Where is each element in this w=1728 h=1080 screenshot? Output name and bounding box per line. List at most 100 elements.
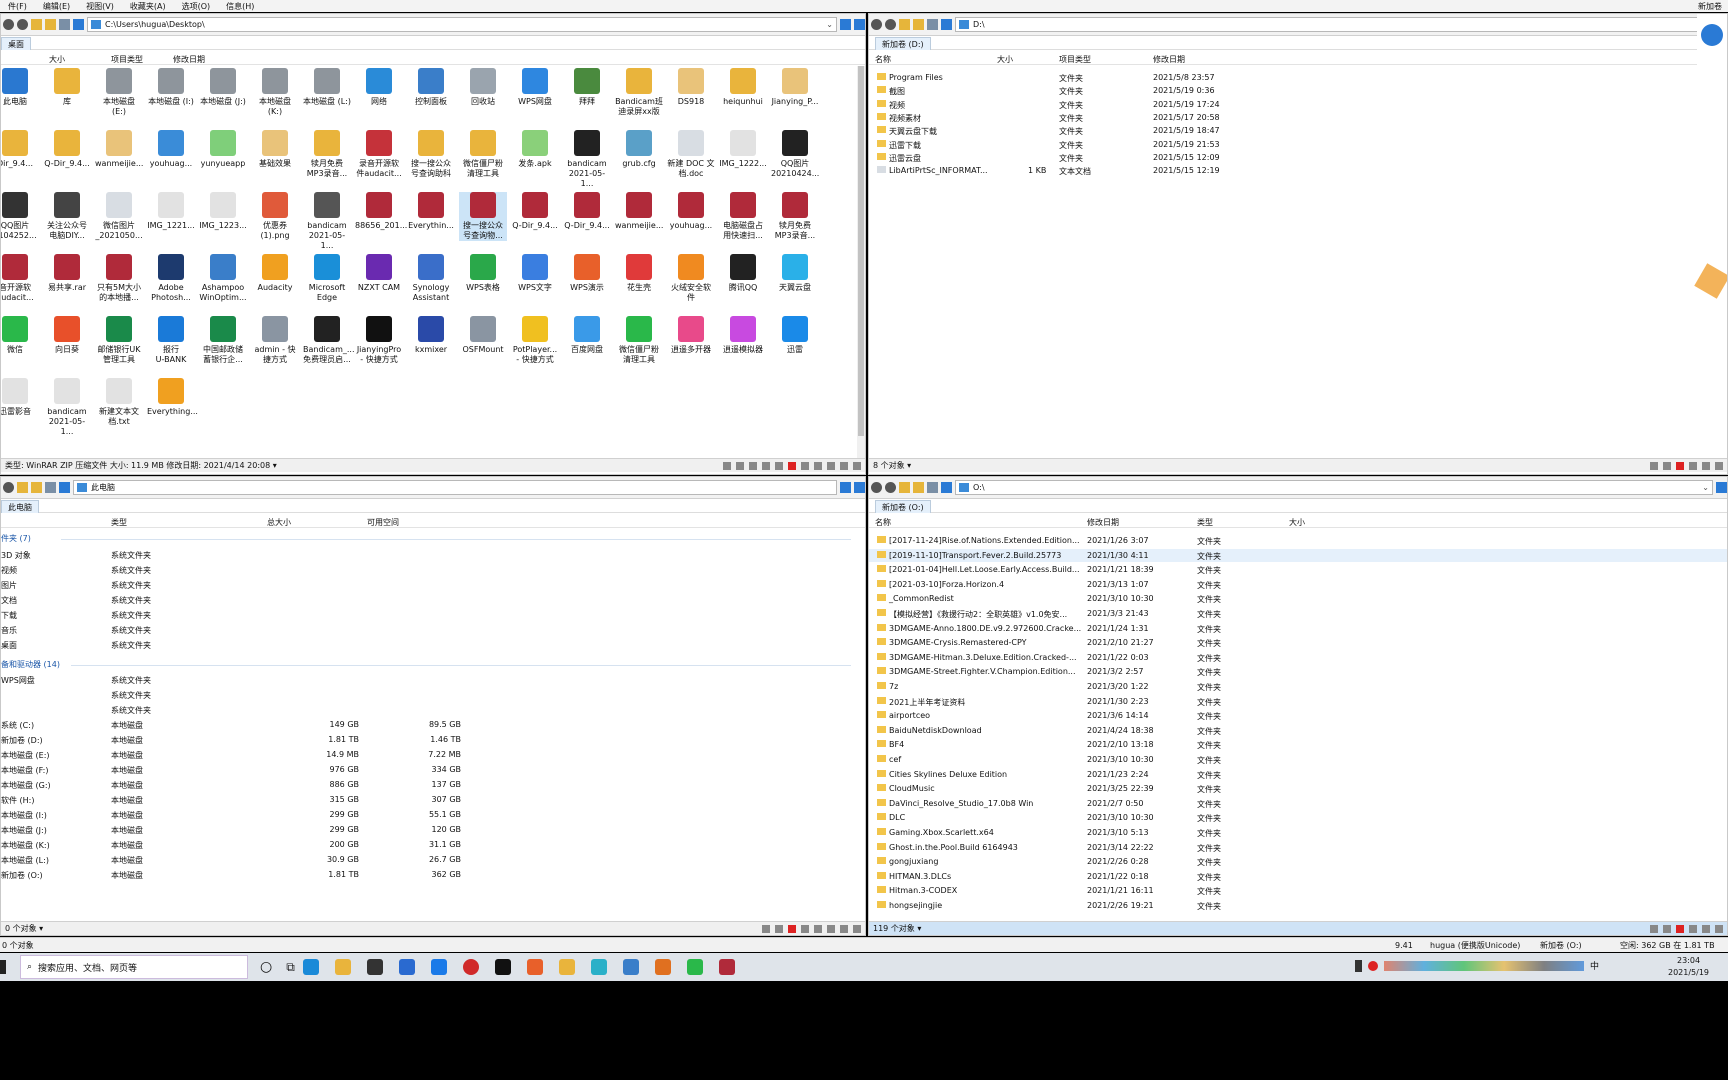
desktop-icon[interactable]: 库 [43, 68, 91, 107]
desktop-icon[interactable]: PotPlayer... - 快捷方式 [511, 316, 559, 365]
file-row[interactable]: 【模拟经营】《救援行动2：全职英雄》v1.0免安... 2021/3/3 21:4… [869, 607, 1727, 620]
filter-icon[interactable] [762, 461, 770, 470]
tab-d-drive[interactable]: 新加卷 (D:) [875, 37, 931, 50]
desktop-icon[interactable]: 本地磁盘 (E:) [95, 68, 143, 117]
desktop-icon[interactable]: 本地磁盘 (J:) [199, 68, 247, 107]
desktop-icon[interactable]: 犊月免费 MP3录音... [303, 130, 351, 179]
file-row[interactable]: [2021-01-04]Hell.Let.Loose.Early.Access.… [869, 563, 1727, 576]
desktop-icon[interactable]: IMG_1222... [719, 130, 767, 169]
desktop-icon[interactable]: 只有5M大小 的本地播... [95, 254, 143, 303]
refresh-icon[interactable] [941, 482, 952, 493]
file-row[interactable]: 迅雷下载 文件夹 2021/5/19 21:53 [869, 138, 1629, 151]
desktop-icon[interactable]: 本地磁盘 (K:) [251, 68, 299, 117]
drive-row[interactable]: 本地磁盘 (J:) 本地磁盘 299 GB 120 GB [1, 823, 861, 836]
desktop-icon[interactable]: Jianying_P... [771, 68, 819, 107]
desktop-icon[interactable]: 音开源软audacit... [1, 254, 39, 303]
chevron-down-icon[interactable]: ⌄ [826, 20, 836, 29]
desktop-icon[interactable]: 迅雷 [771, 316, 819, 355]
col-date[interactable]: 修改日期 [173, 54, 205, 65]
col-type[interactable]: 类型 [1197, 517, 1213, 528]
network-icon[interactable] [622, 959, 639, 975]
jianying-icon[interactable] [494, 959, 511, 975]
paste-icon[interactable] [1715, 924, 1723, 933]
desktop-icon[interactable]: 微信僵尸粉 清理工具 [459, 130, 507, 179]
delete-icon[interactable] [1676, 924, 1684, 933]
desktop-icon[interactable]: IMG_1221... [147, 192, 195, 231]
folder-row[interactable]: 下载 系统文件夹 [1, 608, 861, 621]
desktop-icon[interactable]: 报行 U-BANK [147, 316, 195, 365]
forward-icon[interactable] [17, 19, 28, 30]
file-row[interactable]: 3DMGAME-Street.Fighter.V.Champion.Editio… [869, 665, 1727, 678]
path-input[interactable]: C:\Users\hugua\Desktop\ ⌄ [87, 17, 837, 32]
desktop-icon[interactable]: Bandicam_... 免费理员启... [303, 316, 354, 365]
filter-icon[interactable] [762, 924, 770, 933]
col-date[interactable]: 修改日期 [1087, 517, 1119, 528]
folder-row[interactable]: 视频 系统文件夹 [1, 563, 861, 576]
start-icon[interactable] [0, 960, 6, 974]
tab-o-drive[interactable]: 新加卷 (O:) [875, 500, 931, 513]
desktop-icon[interactable]: Q-Dir_9.4... [563, 192, 611, 231]
monitor-icon[interactable] [854, 19, 865, 30]
desktop-icon[interactable]: 逍遥模拟器 [719, 316, 767, 355]
copy-icon[interactable] [1702, 924, 1710, 933]
desktop-icon[interactable]: bandicam 2021-05-1... [563, 130, 611, 189]
explorer-icon[interactable] [334, 959, 351, 975]
everything-icon[interactable] [654, 959, 671, 975]
cloud-icon[interactable] [1701, 24, 1723, 46]
file-row[interactable]: 截图 文件夹 2021/5/19 0:36 [869, 84, 1629, 97]
view-icon[interactable] [927, 19, 938, 30]
edit-icon[interactable] [840, 924, 848, 933]
copy-icon[interactable] [814, 924, 822, 933]
desktop-icon[interactable]: 本地磁盘 (L:) [303, 68, 351, 107]
drive-row[interactable]: 本地磁盘 (F:) 本地磁盘 976 GB 334 GB [1, 763, 861, 776]
task-view-icon[interactable]: ⧉ [286, 960, 295, 975]
desktop-icon[interactable]: Ashampoo WinOptim... [199, 254, 247, 303]
file-row[interactable]: 视频 文件夹 2021/5/19 17:24 [869, 98, 1629, 111]
desktop-icon[interactable]: 花生壳 [615, 254, 663, 293]
folder-row[interactable]: 文档 系统文件夹 [1, 593, 861, 606]
paste-icon[interactable] [827, 461, 835, 470]
refresh-icon[interactable] [73, 19, 84, 30]
folder-row[interactable]: 桌面 系统文件夹 [1, 638, 861, 651]
menu-right-label[interactable]: 新加卷 [1698, 1, 1722, 12]
desktop-icon[interactable]: Everythin... [407, 192, 455, 231]
rename-icon[interactable] [853, 924, 861, 933]
mic-icon[interactable] [1355, 959, 1362, 972]
desktop-icon[interactable]: 关注公众号 电脑DIY... [43, 192, 91, 241]
delete-icon[interactable] [1676, 461, 1684, 470]
file-row[interactable]: LibArtiPrtSc_INFORMAT... 1 KB 文本文档 2021/5/1… [869, 164, 1629, 177]
desktop-icon[interactable]: 天翼云盘 [771, 254, 819, 293]
desktop-icon[interactable]: 电脑磁盘占 用快速扫... [719, 192, 767, 241]
up-folder-icon[interactable] [17, 482, 28, 493]
desktop-icon[interactable]: WPS文字 [511, 254, 559, 293]
col-size[interactable]: 大小 [997, 54, 1013, 65]
desktop-icon[interactable]: 火绒安全软件 [667, 254, 715, 303]
mail-icon[interactable] [775, 924, 783, 933]
wps-icon[interactable] [526, 959, 543, 975]
desktop-icon[interactable]: JianyingPro - 快捷方式 [355, 316, 403, 365]
menu-item[interactable]: 收藏夹(A) [122, 1, 174, 12]
back-icon[interactable] [871, 19, 882, 30]
desktop-icon[interactable]: 搜一搜公众 号查询物... [459, 192, 507, 241]
layout-icon[interactable] [1716, 482, 1727, 493]
down-icon[interactable] [749, 461, 757, 470]
file-row[interactable]: gongjuxiang 2021/2/26 0:28 文件夹 [869, 855, 1727, 868]
desktop-icon[interactable]: heiqunhui [719, 68, 767, 107]
col-size[interactable]: 大小 [49, 54, 65, 65]
file-row[interactable]: _CommonRedist 2021/3/10 10:30 文件夹 [869, 592, 1727, 605]
mail-icon[interactable] [1663, 461, 1671, 470]
paste-icon[interactable] [1715, 461, 1723, 470]
file-row[interactable]: 7z 2021/3/20 1:22 文件夹 [869, 680, 1727, 693]
back-icon[interactable] [3, 482, 14, 493]
desktop-icon[interactable]: Bandicam班 迪录屏xx版 [615, 68, 663, 117]
drive-row[interactable]: 本地磁盘 (G:) 本地磁盘 886 GB 137 GB [1, 778, 861, 791]
drive-row[interactable]: 软件 (H:) 本地磁盘 315 GB 307 GB [1, 793, 861, 806]
cortana-icon[interactable]: ○ [260, 959, 272, 975]
cut-icon[interactable] [801, 461, 809, 470]
drive-row[interactable]: 新加卷 (O:) 本地磁盘 1.81 TB 362 GB [1, 868, 861, 881]
desktop-icon[interactable]: WPS网盘 [511, 68, 559, 107]
assistant-icon[interactable] [1694, 263, 1727, 299]
file-row[interactable]: BF4 2021/2/10 13:18 文件夹 [869, 738, 1727, 751]
winrar-icon[interactable] [718, 959, 735, 975]
path-input[interactable]: D:\ [955, 17, 1727, 32]
